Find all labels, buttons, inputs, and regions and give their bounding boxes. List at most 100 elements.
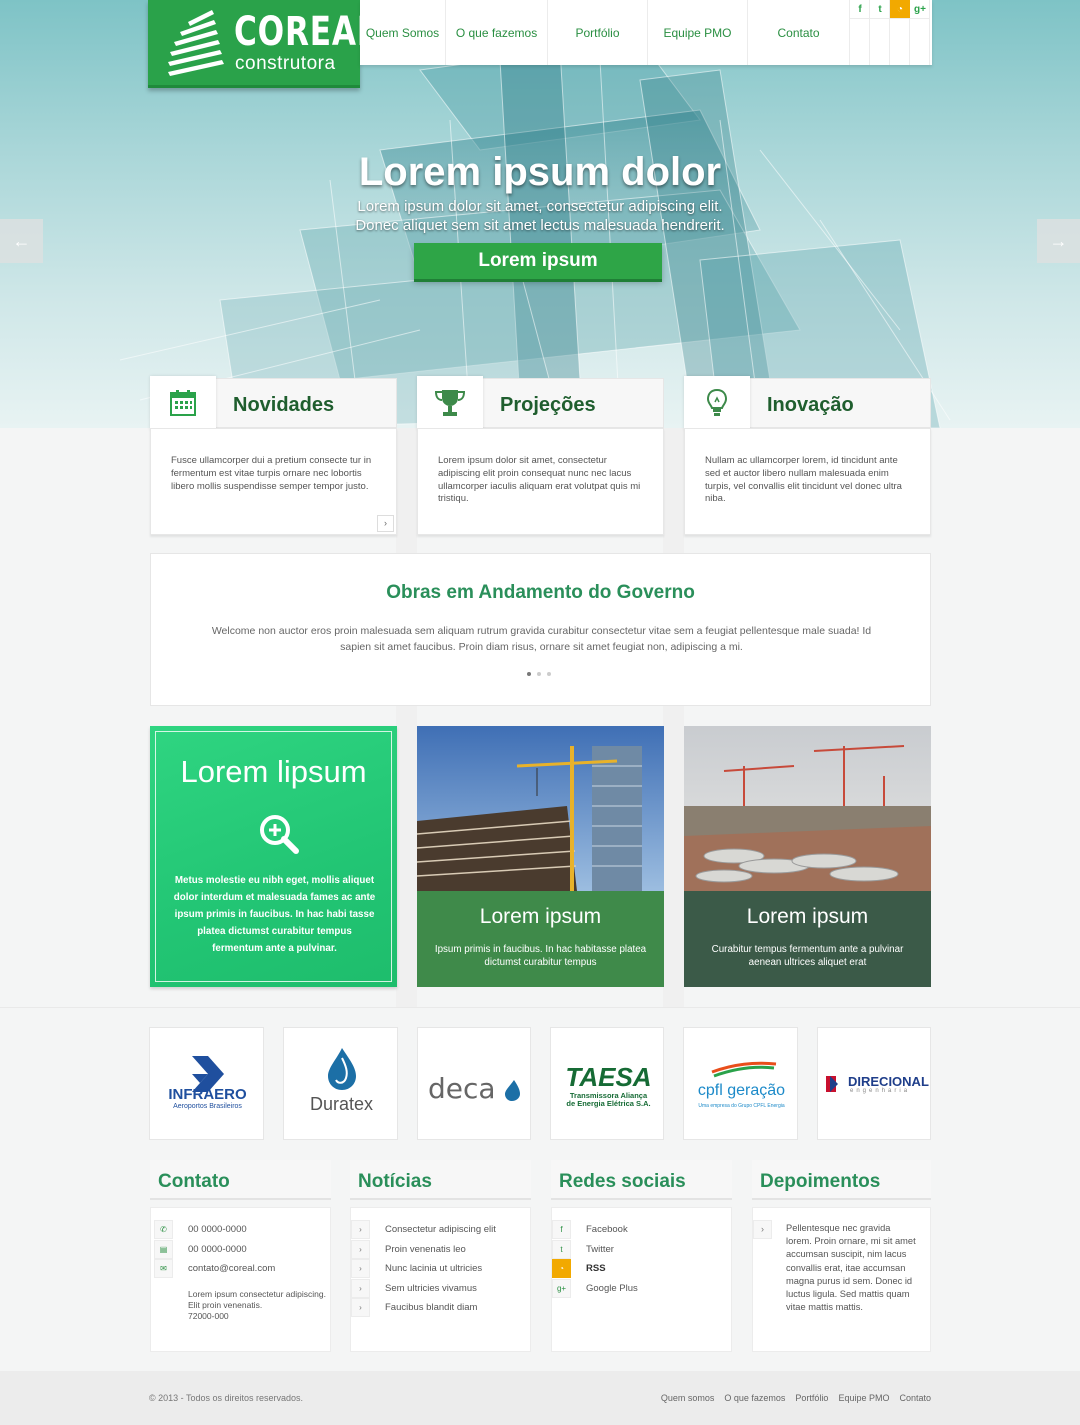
brand-tagline: construtora xyxy=(235,53,336,74)
feature-card-projecoes: Projeções Lorem ipsum dolor sit amet, co… xyxy=(417,376,664,535)
redes-panel: f Facebook t Twitter ◔ RSS g+ Google Plus xyxy=(551,1207,732,1352)
feature-text: Fusce ullamcorper dui a pretium consecte… xyxy=(171,455,372,492)
lightbulb-icon xyxy=(706,388,728,416)
footer-link-equipe-pmo[interactable]: Equipe PMO xyxy=(838,1393,889,1403)
tile-frame: Lorem lipsum Metus molestie eu nibh eget… xyxy=(155,731,392,982)
grid-gutter xyxy=(663,428,684,1008)
chevron-right-icon: › xyxy=(351,1298,370,1317)
carousel-dot[interactable] xyxy=(537,672,541,676)
nav-portfolio[interactable]: Portfólio xyxy=(548,0,648,65)
tile-caption: Lorem ipsum Ipsum primis in faucibus. In… xyxy=(417,891,664,987)
chevron-right-icon: › xyxy=(351,1220,370,1239)
facebook-link[interactable]: f xyxy=(850,0,870,65)
address-line: 72000-000 xyxy=(188,1310,229,1321)
tile-text: Ipsum primis in faucibus. In hac habitas… xyxy=(434,944,647,968)
contato-panel: ✆ 00 0000-0000 ▤ 00 0000-0000 ✉ contato@cor… xyxy=(150,1207,331,1352)
slider-prev-button[interactable]: ← xyxy=(0,219,43,263)
zoom-in-icon[interactable] xyxy=(258,813,302,857)
obras-title: Obras em Andamento do Governo xyxy=(386,582,695,603)
client-logo-cpfl[interactable]: cpfl geração Uma empresa do Grupo CPFL E… xyxy=(683,1027,798,1140)
social-link-twitter[interactable]: t Twitter xyxy=(552,1239,731,1260)
feature-card-novidades: Novidades Fusce ullamcorper dui a pretiu… xyxy=(150,376,397,535)
carousel-dot[interactable] xyxy=(547,672,551,676)
read-more-button[interactable]: › xyxy=(377,515,394,532)
infraero-logo xyxy=(192,1056,224,1092)
social-link-rss[interactable]: ◔ RSS xyxy=(552,1259,731,1279)
facebook-icon: f xyxy=(552,1220,571,1239)
nav-equipe-pmo[interactable]: Equipe PMO xyxy=(648,0,748,65)
feature-card-inovacao: Inovação Nullam ac ullamcorper lorem, id… xyxy=(684,376,931,535)
chevron-right-icon: › xyxy=(351,1239,370,1259)
portfolio-tile-1[interactable]: Lorem ipsum Ipsum primis in faucibus. In… xyxy=(417,726,664,987)
nav-quem-somos[interactable]: Quem Somos xyxy=(360,0,446,65)
contact-phone: ✆ 00 0000-0000 xyxy=(154,1220,330,1240)
logo[interactable]: COREAL construtora xyxy=(148,0,377,88)
news-link[interactable]: › Proin venenatis leo xyxy=(351,1239,530,1260)
news-link[interactable]: › Sem ultricies vivamus xyxy=(351,1278,530,1299)
clients-strip: INFRAERO Aeroportos Brasileiros Duratex … xyxy=(149,1027,931,1140)
news-link[interactable]: › Nunc lacinia ut ultricies xyxy=(351,1259,530,1279)
tile-title: Lorem ipsum xyxy=(479,905,602,928)
footer-title: Notícias xyxy=(350,1160,531,1200)
twitter-link[interactable]: t xyxy=(870,0,890,65)
tile-title: Lorem lipsum xyxy=(180,754,367,789)
address-line: Lorem ipsum consectetur adipiscing. xyxy=(188,1288,326,1299)
nav-o-que-fazemos[interactable]: O que fazemos xyxy=(446,0,548,65)
rss-link[interactable]: ◔ xyxy=(890,0,910,65)
footer-link-o-que-fazemos[interactable]: O que fazemos xyxy=(724,1393,785,1403)
contact-fax: ▤ 00 0000-0000 xyxy=(154,1239,330,1260)
deca-drop-icon xyxy=(505,1080,520,1101)
logo-building-icon xyxy=(168,10,224,76)
footer-redes-sociais: Redes sociais f Facebook t Twitter ◔ RSS g+… xyxy=(551,1160,732,1352)
copyright-text: © 2013 - Todos os direitos reservados. xyxy=(149,1393,304,1403)
chevron-right-icon[interactable]: › xyxy=(753,1220,772,1239)
footer-link-contato[interactable]: Contato xyxy=(899,1393,931,1403)
hero-title: Lorem ipsum dolor xyxy=(358,150,722,194)
feature-text: Nullam ac ullamcorper lorem, id tincidun… xyxy=(705,455,902,505)
news-link[interactable]: › Consectetur adipiscing elit xyxy=(351,1220,530,1240)
facebook-icon: f xyxy=(850,0,870,19)
hero-cta-button[interactable]: Lorem ipsum xyxy=(414,243,662,279)
envelope-icon: ✉ xyxy=(154,1259,173,1278)
hero-banner: COREAL construtora Quem Somos O que faze… xyxy=(0,0,1080,428)
client-logo-taesa[interactable]: TAESA Transmissora Aliança de Energia El… xyxy=(550,1027,664,1140)
client-logo-direcional[interactable]: DIRECIONAL engenharia xyxy=(817,1027,931,1140)
footer-nav: Quem somos O que fazemos Portfólio Equip… xyxy=(661,1393,931,1403)
client-sub: Transmissora Aliança de Energia Elétrica… xyxy=(566,1091,651,1108)
footer-link-portfolio[interactable]: Portfólio xyxy=(795,1393,828,1403)
social-link-google-plus[interactable]: g+ Google Plus xyxy=(552,1278,731,1299)
testimonial-text: Pellentesque nec gravida lorem. Proin or… xyxy=(786,1223,916,1313)
portfolio-tile-featured[interactable]: Lorem lipsum Metus molestie eu nibh eget… xyxy=(150,726,397,987)
depoimentos-panel: › Pellentesque nec gravida lorem. Proin … xyxy=(752,1207,931,1352)
client-sub: Aeroportos Brasileiros xyxy=(173,1103,242,1110)
feature-title: Inovação xyxy=(767,394,854,416)
client-name: cpfl geração xyxy=(697,1082,786,1099)
contact-email[interactable]: ✉ contato@coreal.com xyxy=(154,1259,330,1279)
client-logo-duratex[interactable]: Duratex xyxy=(283,1027,398,1140)
feature-text: Lorem ipsum dolor sit amet, consectetur … xyxy=(438,455,641,505)
address-line: Elit proin venenatis. xyxy=(188,1299,263,1310)
tile-text: Metus molestie eu nibh eget, mollis aliq… xyxy=(173,875,376,954)
footer-title: Depoimentos xyxy=(752,1160,931,1200)
arrow-left-icon: ← xyxy=(12,231,31,251)
social-link-facebook[interactable]: f Facebook xyxy=(552,1220,731,1240)
google-plus-icon: g+ xyxy=(552,1278,571,1298)
duratex-drop-logo xyxy=(328,1048,356,1090)
client-name: DIRECIONAL xyxy=(848,1074,929,1089)
slider-next-button[interactable]: → xyxy=(1037,219,1080,263)
google-plus-link[interactable]: g+ xyxy=(910,0,930,65)
portfolio-tile-2[interactable]: Lorem ipsum Curabitur tempus fermentum a… xyxy=(684,726,931,987)
client-logo-infraero[interactable]: INFRAERO Aeroportos Brasileiros xyxy=(149,1027,264,1140)
feature-icon-tab xyxy=(150,376,216,430)
calendar-icon xyxy=(170,390,196,416)
grid-gutter xyxy=(396,428,417,1008)
client-name: INFRAERO xyxy=(168,1086,247,1103)
noticias-panel: › Consectetur adipiscing elit › Proin vene… xyxy=(350,1207,531,1352)
carousel-dot[interactable] xyxy=(527,672,531,676)
news-link[interactable]: › Faucibus blandit diam xyxy=(351,1298,530,1318)
rss-icon: ◔ xyxy=(552,1259,571,1278)
nav-contato[interactable]: Contato xyxy=(748,0,850,65)
tile-title: Lorem ipsum xyxy=(746,905,869,928)
footer-link-quem-somos[interactable]: Quem somos xyxy=(661,1393,715,1403)
client-logo-deca[interactable]: deca xyxy=(417,1027,531,1140)
